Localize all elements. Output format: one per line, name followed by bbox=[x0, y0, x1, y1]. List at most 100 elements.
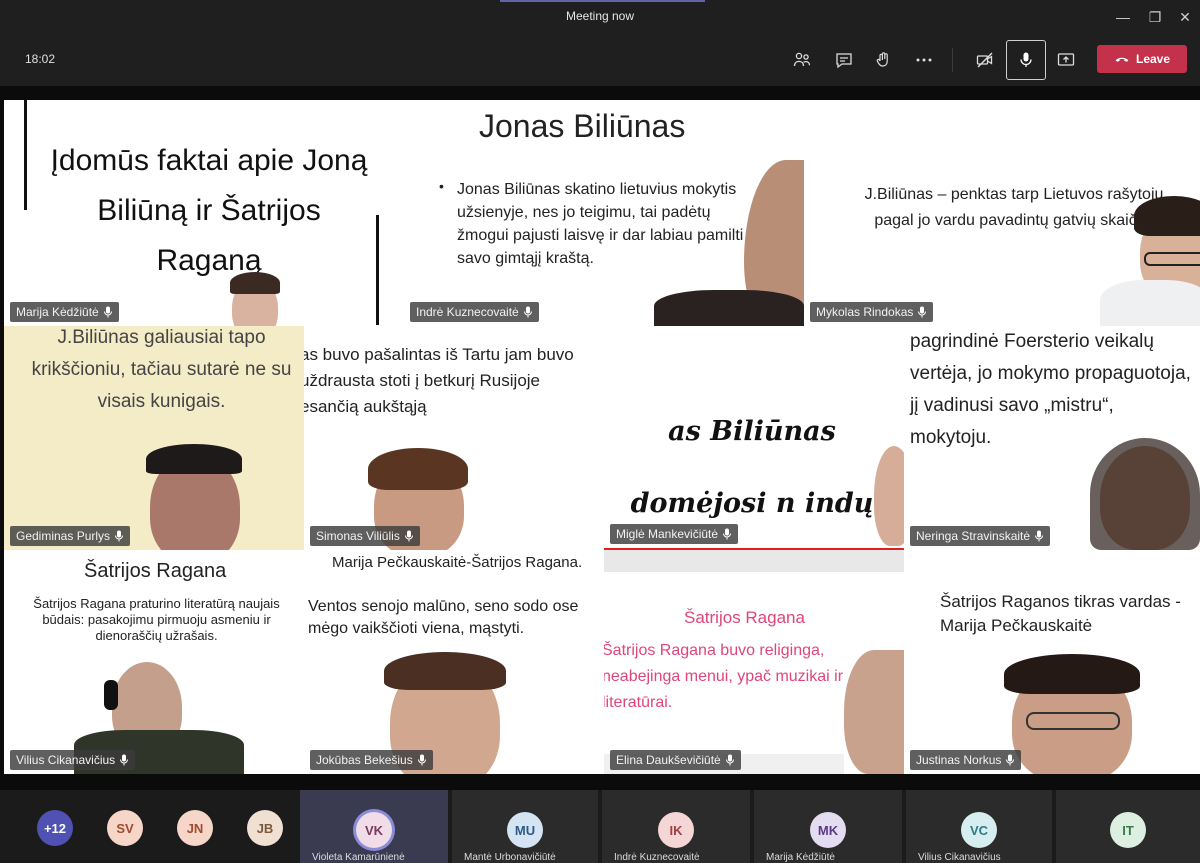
participant-hair bbox=[146, 444, 242, 474]
slide-text: Jonas Biliūnas skatino lietuvius mokytis… bbox=[457, 181, 744, 267]
share-screen-button[interactable] bbox=[1048, 42, 1084, 78]
participant-name: Vilius Cikanavičius bbox=[918, 852, 1001, 863]
shared-slide: Šatrijos Raganos tikras vardas - Marija … bbox=[904, 550, 1200, 774]
participant-avatar[interactable]: JB bbox=[247, 810, 283, 846]
participant-tile[interactable]: pagrindinė Foersterio veikalų vertėja, j… bbox=[904, 326, 1200, 550]
participants-button[interactable] bbox=[784, 42, 820, 78]
overflow-participants-button[interactable]: +12 bbox=[37, 810, 73, 846]
participant-body bbox=[654, 290, 804, 326]
microphone-icon bbox=[723, 528, 732, 540]
hand-icon bbox=[876, 52, 888, 67]
participant-name: Miglė Mankevičiūtė bbox=[616, 527, 719, 541]
slide-text: Šatrijos Ragana praturino literatūrą nau… bbox=[33, 596, 280, 643]
close-icon[interactable]: ✕ bbox=[1170, 6, 1200, 28]
participant-tile[interactable]: IK Indrė Kuznecovaitė bbox=[602, 790, 752, 863]
microphone-toggle-button[interactable] bbox=[1006, 40, 1046, 80]
active-accent bbox=[500, 0, 705, 2]
camera-off-icon bbox=[976, 52, 993, 68]
participant-tile[interactable]: VC Vilius Cikanavičius bbox=[906, 790, 1054, 863]
slide-text: Šatrijos Ragana buvo religinga, neabejin… bbox=[604, 642, 844, 711]
participant-tile[interactable]: MU Mantė Urbonavičiūtė bbox=[452, 790, 600, 863]
more-actions-button[interactable] bbox=[906, 42, 942, 78]
participant-hair bbox=[1004, 654, 1140, 694]
participant-tray: +12 SV JN JB VK Violeta Kamarūnienė MU M… bbox=[0, 790, 1200, 863]
headphones-icon bbox=[104, 680, 118, 710]
participant-grid: Įdomūs faktai apie Joną Biliūną ir Šatri… bbox=[4, 100, 1200, 774]
minimize-icon[interactable]: — bbox=[1108, 6, 1138, 28]
participant-name-tag: Jokūbas Bekešius bbox=[310, 750, 433, 770]
participant-tile[interactable]: Šatrijos Ragana Šatrijos Ragana buvo rel… bbox=[604, 550, 904, 774]
leave-label: Leave bbox=[1135, 52, 1171, 66]
participant-name-tag: Simonas Viliūlis bbox=[310, 526, 420, 546]
participant-avatar: MK bbox=[810, 812, 846, 848]
shared-slide: as buvo pašalintas iš Tartu jam buvo užd… bbox=[304, 326, 604, 550]
shared-slide: as Biliūnas domėjosi n indų filosofija. bbox=[604, 326, 904, 550]
participant-name: Justinas Norkus bbox=[916, 753, 1002, 767]
slide-text: J.Biliūnas – penktas tarp Lietuvos rašyt… bbox=[864, 186, 1164, 229]
participant-name: Simonas Viliūlis bbox=[316, 529, 400, 543]
participant-name: Neringa Stravinskaitė bbox=[916, 529, 1031, 543]
toolbar-divider bbox=[952, 48, 953, 72]
participant-tile[interactable]: Šatrijos Ragana Šatrijos Ragana praturin… bbox=[4, 550, 304, 774]
slide-title: Šatrijos Ragana bbox=[84, 560, 227, 582]
people-icon bbox=[793, 52, 811, 67]
participant-tile[interactable]: Jonas Biliūnas • Jonas Biliūnas skatino … bbox=[404, 100, 804, 326]
slide-text: J.Biliūnas galiausiai tapo krikščioniu, … bbox=[31, 327, 292, 412]
meeting-toolbar: 18:02 Leave bbox=[0, 34, 1200, 86]
participant-name: Indrė Kuznecovaitė bbox=[416, 305, 519, 319]
microphone-icon bbox=[404, 530, 413, 542]
participant-face bbox=[874, 446, 904, 546]
slide-title: Šatrijos Ragana bbox=[684, 608, 805, 627]
participant-tile[interactable]: J.Biliūnas galiausiai tapo krikščioniu, … bbox=[4, 326, 304, 550]
participant-tile[interactable]: Šatrijos Raganos tikras vardas - Marija … bbox=[904, 550, 1200, 774]
leave-button[interactable]: Leave bbox=[1097, 45, 1187, 73]
participant-avatar: MU bbox=[507, 812, 543, 848]
participant-avatar[interactable]: SV bbox=[107, 810, 143, 846]
camera-toggle-button[interactable] bbox=[967, 42, 1003, 78]
participant-name: Marija Kėdžiūtė bbox=[16, 305, 99, 319]
microphone-icon bbox=[120, 754, 129, 766]
title-bar: Meeting now — ❐ ✕ bbox=[0, 0, 1200, 34]
participant-hair bbox=[1090, 438, 1200, 550]
microphone-icon bbox=[115, 530, 124, 542]
hang-up-icon bbox=[1115, 57, 1129, 62]
participant-tile[interactable]: Marija Pečkauskaitė-Šatrijos Ragana. Ven… bbox=[304, 550, 604, 774]
participant-name: Mykolas Rindokas bbox=[816, 305, 914, 319]
participant-avatar: IK bbox=[658, 812, 694, 848]
microphone-icon bbox=[1006, 754, 1015, 766]
participant-name-tag: Mykolas Rindokas bbox=[810, 302, 934, 322]
participant-body bbox=[1100, 280, 1200, 326]
participant-avatar[interactable]: JN bbox=[177, 810, 213, 846]
slide-text: pagrindinė Foersterio veikalų vertėja, j… bbox=[910, 331, 1191, 448]
participant-tile[interactable]: VK Violeta Kamarūnienė bbox=[300, 790, 450, 863]
microphone-icon bbox=[725, 754, 734, 766]
participant-name-tag: Elina Daukševičiūtė bbox=[610, 750, 741, 770]
slide-text: as buvo pašalintas iš Tartu jam buvo užd… bbox=[304, 345, 574, 416]
participant-face bbox=[844, 650, 904, 774]
participant-tile[interactable]: MK Marija Kėdžiūtė bbox=[754, 790, 904, 863]
participant-tile[interactable]: as buvo pašalintas iš Tartu jam buvo užd… bbox=[304, 326, 604, 550]
participant-hair bbox=[384, 652, 506, 690]
participant-tile[interactable]: as Biliūnas domėjosi n indų filosofija. … bbox=[604, 326, 904, 550]
participant-tile[interactable]: IT bbox=[1056, 790, 1200, 863]
chat-button[interactable] bbox=[826, 42, 862, 78]
raise-hand-button[interactable] bbox=[866, 42, 902, 78]
bullet-icon: • bbox=[439, 178, 444, 194]
participant-name: Mantė Urbonavičiūtė bbox=[464, 852, 556, 863]
browser-strip bbox=[604, 550, 904, 572]
participant-tile[interactable]: Įdomūs faktai apie Joną Biliūną ir Šatri… bbox=[4, 100, 404, 326]
meeting-timer: 18:02 bbox=[25, 52, 56, 66]
participant-name-tag: Neringa Stravinskaitė bbox=[910, 526, 1051, 546]
participant-avatar: VK bbox=[356, 812, 392, 848]
shared-slide: Jonas Biliūnas • Jonas Biliūnas skatino … bbox=[404, 100, 804, 326]
participant-name: Elina Daukševičiūtė bbox=[616, 753, 721, 767]
restore-icon[interactable]: ❐ bbox=[1140, 6, 1170, 28]
participant-tile[interactable]: J.Biliūnas – penktas tarp Lietuvos rašyt… bbox=[804, 100, 1200, 326]
participant-name-tag: Indrė Kuznecovaitė bbox=[410, 302, 539, 322]
slide-text: Įdomūs faktai apie Joną Biliūną ir Šatri… bbox=[50, 144, 368, 277]
participant-name-tag: Miglė Mankevičiūtė bbox=[610, 524, 739, 544]
microphone-icon bbox=[918, 306, 927, 318]
participant-name: Gediminas Purlys bbox=[16, 529, 111, 543]
participant-name: Violeta Kamarūnienė bbox=[312, 852, 405, 863]
participant-name-tag: Marija Kėdžiūtė bbox=[10, 302, 119, 322]
